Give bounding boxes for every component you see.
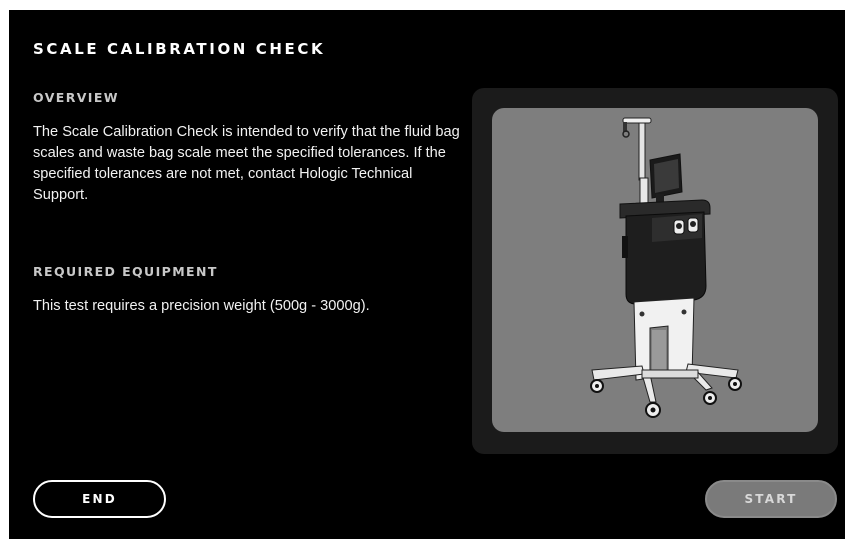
end-button[interactable]: END <box>33 480 166 518</box>
device-cart-illustration <box>590 117 742 418</box>
device-image-panel <box>472 88 838 454</box>
start-button[interactable]: START <box>705 480 837 518</box>
page-title: SCALE CALIBRATION CHECK <box>33 40 326 58</box>
calibration-screen: SCALE CALIBRATION CHECK OVERVIEW The Sca… <box>9 10 845 539</box>
overview-text: The Scale Calibration Check is intended … <box>33 124 460 203</box>
overview-heading: OVERVIEW <box>33 90 119 105</box>
required-equipment-heading: REQUIRED EQUIPMENT <box>33 264 218 279</box>
required-equipment-text: This test requires a precision weight (5… <box>33 298 370 314</box>
device-image-frame <box>492 108 818 432</box>
